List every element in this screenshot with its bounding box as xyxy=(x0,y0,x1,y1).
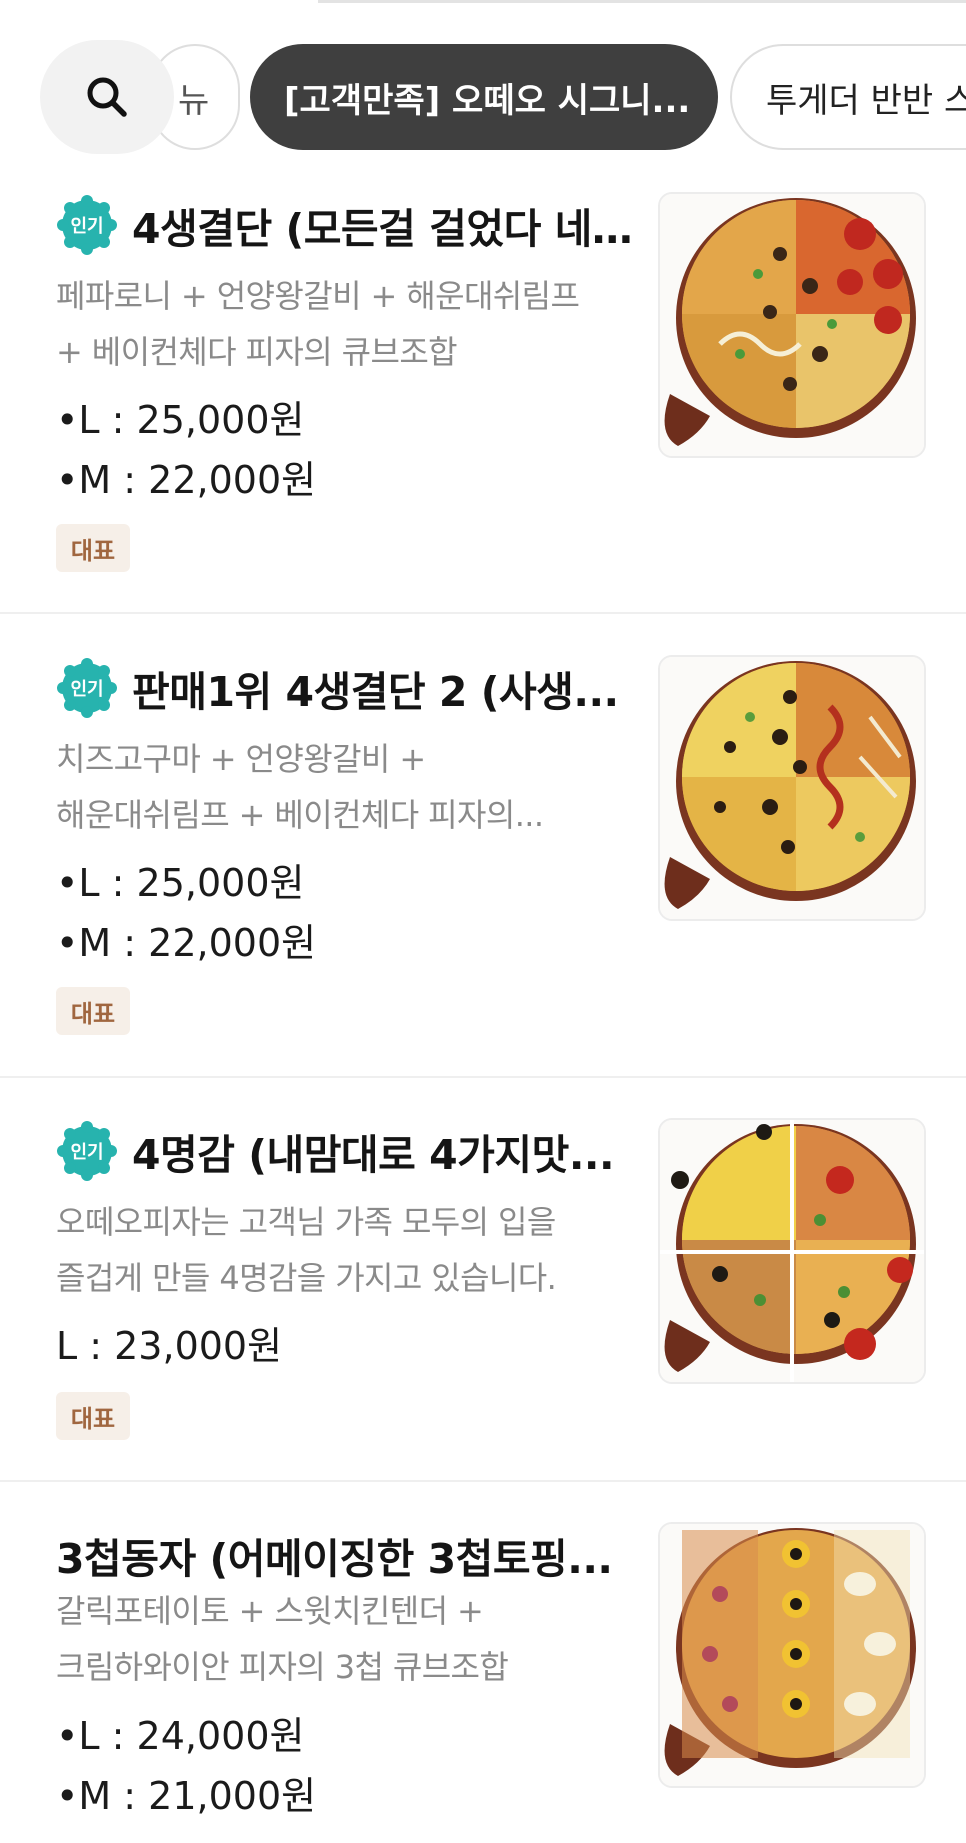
menu-item-title: 4명감 (내맘대로 4가지맛... xyxy=(132,1131,615,1179)
item-divider xyxy=(0,612,966,614)
price-large: L : 23,000원 xyxy=(56,1324,283,1368)
menu-item-image[interactable] xyxy=(658,655,926,921)
price-medium: •M : 22,000원 xyxy=(56,921,317,965)
price-large: •L : 25,000원 xyxy=(56,861,305,905)
menu-item-title: 3첩동자 (어메이징한 3첩토핑... xyxy=(56,1535,613,1583)
item-divider xyxy=(0,1076,966,1078)
price-large: •L : 24,000원 xyxy=(56,1714,305,1758)
menu-item-title-row: 3첩동자 (어메이징한 3첩토핑... xyxy=(56,1520,636,1590)
pizza-grid-image xyxy=(660,1120,924,1382)
pizza-quad-image xyxy=(660,657,924,919)
menu-item-title: 4생결단 (모든걸 걸었다 네... xyxy=(132,205,636,253)
signature-tag: 대표 xyxy=(56,987,130,1035)
description-line: 크림하와이안 피자의 3첩 큐브조합 xyxy=(56,1648,509,1686)
menu-item-description: 페파로니 + 언양왕갈비 + 해운대쉬림프 + 베이컨체다 피자의 큐브조합 xyxy=(56,268,636,380)
popular-badge-icon: 인기 xyxy=(57,658,117,718)
menu-item-image[interactable] xyxy=(658,1118,926,1384)
signature-tag: 대표 xyxy=(56,524,130,572)
price-medium: •M : 21,000원 xyxy=(56,1774,317,1818)
popular-badge-icon: 인기 xyxy=(57,1121,117,1181)
menu-item-title-row: 인기 4명감 (내맘대로 4가지맛... xyxy=(56,1116,636,1186)
menu-item-image[interactable] xyxy=(658,1522,926,1788)
category-chip-label: [고객만족] 오떼오 시그니... xyxy=(284,80,691,121)
price-medium: •M : 22,000원 xyxy=(56,458,317,502)
description-line: 치즈고구마 + 언양왕갈비 + xyxy=(56,740,426,778)
search-icon xyxy=(87,77,127,117)
popular-badge-icon: 인기 xyxy=(57,195,117,255)
description-line: 오떼오피자는 고객님 가족 모두의 입을 xyxy=(56,1203,556,1241)
description-line: 해운대쉬림프 + 베이컨체다 피자의... xyxy=(56,796,544,834)
pizza-quad-image xyxy=(660,194,924,456)
item-divider xyxy=(0,1480,966,1482)
description-line: 페파로니 + 언양왕갈비 + 해운대쉬림프 xyxy=(56,277,580,315)
category-chip-label: 뉴 xyxy=(178,80,210,121)
menu-item-description: 오떼오피자는 고객님 가족 모두의 입을 즐겁게 만들 4명감을 가지고 있습니… xyxy=(56,1194,636,1306)
menu-item-title: 판매1위 4생결단 2 (사생... xyxy=(132,668,619,716)
menu-page: 뉴 [고객만족] 오떼오 시그니... 투게더 반반 스 인기 4생결단 (모든… xyxy=(0,0,966,1843)
popular-badge-label: 인기 xyxy=(70,679,103,700)
popular-badge-label: 인기 xyxy=(70,1142,103,1163)
category-filter-bar[interactable]: 뉴 [고객만족] 오떼오 시그니... 투게더 반반 스 xyxy=(0,40,966,156)
top-divider xyxy=(318,0,966,3)
description-line: 갈릭포테이토 + 스윗치킨텐더 + xyxy=(56,1592,484,1630)
category-chip-label: 투게더 반반 스 xyxy=(766,80,966,121)
description-line: 즐겁게 만들 4명감을 가지고 있습니다. xyxy=(56,1259,557,1297)
menu-item-image[interactable] xyxy=(658,192,926,458)
price-large: •L : 25,000원 xyxy=(56,398,305,442)
menu-item-title-row: 인기 판매1위 4생결단 2 (사생... xyxy=(56,653,636,723)
menu-item-description: 갈릭포테이토 + 스윗치킨텐더 + 크림하와이안 피자의 3첩 큐브조합 xyxy=(56,1583,636,1695)
pizza-triple-image xyxy=(660,1524,924,1786)
category-chip-active[interactable]: [고객만족] 오떼오 시그니... xyxy=(250,44,718,150)
description-line: + 베이컨체다 피자의 큐브조합 xyxy=(56,333,458,371)
menu-item-title-row: 인기 4생결단 (모든걸 걸었다 네... xyxy=(56,190,636,260)
menu-item-description: 치즈고구마 + 언양왕갈비 + 해운대쉬림프 + 베이컨체다 피자의... xyxy=(56,731,636,843)
popular-badge-label: 인기 xyxy=(70,216,103,237)
category-chip-next[interactable]: 투게더 반반 스 xyxy=(730,44,966,150)
signature-tag: 대표 xyxy=(56,1392,130,1440)
search-button[interactable] xyxy=(40,40,174,154)
